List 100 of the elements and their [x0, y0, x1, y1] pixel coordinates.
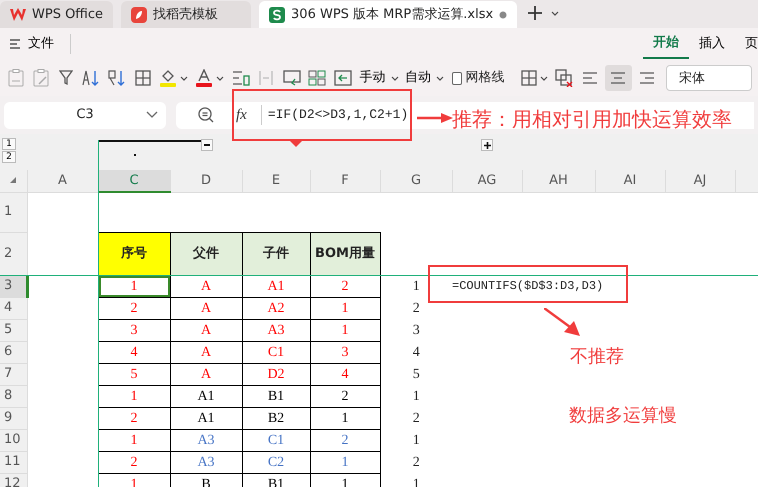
zoom-icon[interactable]: [198, 107, 214, 123]
table-cell: 1: [380, 275, 452, 297]
callout-pointer-icon: [289, 140, 303, 147]
column-header[interactable]: G: [380, 170, 452, 192]
gridlines-checkbox[interactable]: 网格线: [450, 65, 507, 91]
menu-icon: [10, 39, 20, 49]
outline-level-button[interactable]: 2: [2, 151, 16, 163]
row-header[interactable]: 4: [0, 297, 27, 319]
clear-format-icon: [555, 69, 574, 87]
row-header[interactable]: 5: [0, 319, 27, 341]
corner-triangle-icon: [10, 177, 16, 184]
table-cell: A3: [170, 429, 242, 451]
formula-text: =IF(D2<>D3,1,C2+1): [260, 105, 408, 125]
spreadsheet-file-icon: [269, 6, 286, 22]
expand-button[interactable]: [481, 139, 493, 151]
table-cell: C1: [242, 341, 310, 363]
chevron-icon: [146, 110, 158, 118]
clipboard-icon: [8, 69, 24, 87]
merge-icon: [258, 70, 274, 86]
table-cell: B2: [242, 407, 310, 429]
table-cell: A: [170, 341, 242, 363]
table-cell: 1: [380, 429, 452, 451]
sort-descending-icon: [108, 70, 126, 86]
rows-swap-icon: [232, 70, 250, 86]
minus-icon: [204, 144, 210, 146]
dropdown-button[interactable]: 自动: [404, 65, 445, 91]
annotation-text: 不推荐: [570, 345, 624, 369]
column-header[interactable]: AJ: [665, 170, 735, 192]
column-header[interactable]: C: [98, 170, 170, 192]
formula-text: =COUNTIFS($D$3:D3,D3): [452, 278, 604, 296]
table-cell: 5: [380, 363, 452, 385]
table-cell: 1: [310, 407, 380, 429]
table-cell: A1: [170, 385, 242, 407]
window-tab[interactable]: 306 WPS 版本 MRP需求运算.xlsx: [259, 1, 518, 28]
arrow-icon: [544, 308, 580, 336]
table-cell: A1: [170, 407, 242, 429]
name-box[interactable]: C3: [4, 102, 166, 128]
select-all-corner[interactable]: [0, 170, 27, 192]
row-header[interactable]: 10: [0, 429, 27, 451]
row-header[interactable]: 3: [0, 275, 27, 297]
table-cell: A: [170, 297, 242, 319]
dropdown-button[interactable]: 手动: [358, 65, 400, 91]
column-header[interactable]: A: [27, 170, 98, 192]
column-header[interactable]: AI: [595, 170, 665, 192]
table-cell: A: [170, 363, 242, 385]
caret-icon: [551, 10, 560, 16]
align-center-button[interactable]: [604, 65, 632, 91]
row-header[interactable]: 2: [0, 232, 27, 275]
ribbon-tab[interactable]: 页: [735, 30, 758, 58]
row-header[interactable]: 8: [0, 385, 27, 407]
sort-ascending-icon: [82, 70, 100, 86]
caret-icon: [216, 74, 224, 82]
table-cell: D2: [242, 363, 310, 385]
row-header[interactable]: 11: [0, 451, 27, 473]
table-check-icon: [308, 70, 326, 86]
table-cell: A3: [170, 451, 242, 473]
table-cell: C1: [242, 429, 310, 451]
outline-level-button[interactable]: 1: [2, 138, 16, 150]
table-cell: 3: [310, 341, 380, 363]
align-right-icon: [640, 72, 654, 84]
table-cell: A3: [242, 319, 310, 341]
table-cell: B1: [242, 385, 310, 407]
clipboard-pen-icon: [33, 69, 49, 87]
table-cell: C2: [242, 451, 310, 473]
window-tab[interactable]: 找稻壳模板: [121, 1, 252, 28]
table-cell: 1: [310, 319, 380, 341]
caret-icon: [180, 74, 188, 82]
column-header[interactable]: F: [310, 170, 380, 192]
collapse-button[interactable]: [201, 139, 213, 151]
row-header[interactable]: 7: [0, 363, 27, 385]
header-cell: 序号: [98, 232, 170, 275]
function-label[interactable]: fx: [236, 104, 249, 126]
paint-bucket-icon: [158, 69, 177, 87]
row-header[interactable]: 1: [0, 192, 27, 232]
table-cell: 2: [310, 385, 380, 407]
window-tab[interactable]: WPS Office: [0, 1, 114, 28]
wrap-text-icon: [282, 70, 301, 86]
font-field[interactable]: 宋体: [666, 65, 752, 91]
ribbon-tab[interactable]: 插入: [689, 30, 735, 58]
column-header[interactable]: D: [170, 170, 242, 192]
table-cell: A: [170, 319, 242, 341]
plus-icon: [528, 6, 542, 20]
row-header[interactable]: 9: [0, 407, 27, 429]
header-cell: 子件: [242, 232, 310, 275]
arrow-icon: [417, 112, 453, 124]
file-menu[interactable]: 文件: [8, 30, 64, 58]
column-header[interactable]: E: [242, 170, 310, 192]
row-header[interactable]: 6: [0, 341, 27, 363]
table-cell: 1: [380, 385, 452, 407]
freeze-panes-icon: [334, 70, 352, 86]
unsaved-dot-icon: [499, 10, 508, 18]
column-header[interactable]: AH: [522, 170, 595, 192]
grid-icon: [134, 70, 151, 86]
row-header[interactable]: 12: [0, 473, 27, 487]
font-color-icon: [195, 69, 214, 87]
table-cell: 1: [98, 275, 170, 297]
caret-icon: [540, 74, 548, 82]
filter-icon: [59, 70, 73, 86]
table-cell: 1: [310, 451, 380, 473]
column-header[interactable]: AG: [452, 170, 522, 192]
